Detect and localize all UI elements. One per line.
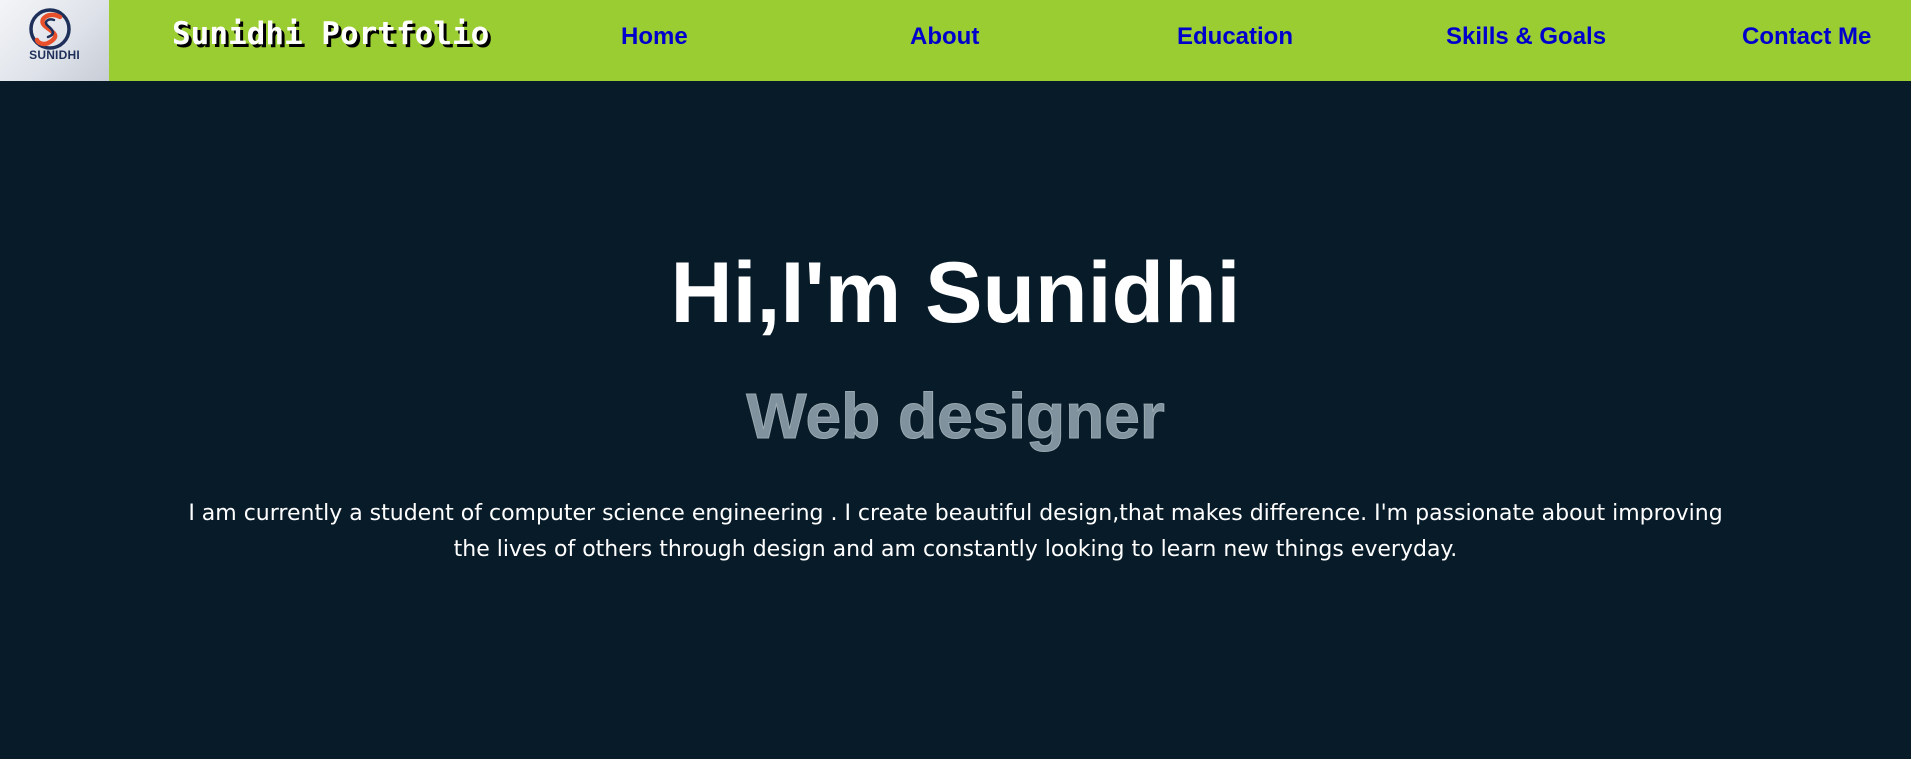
nav-home[interactable]: Home xyxy=(621,23,688,51)
hero-subtitle: Web designer xyxy=(746,380,1165,452)
nav-skills-goals[interactable]: Skills & Goals xyxy=(1446,23,1606,51)
nav-education[interactable]: Education xyxy=(1177,23,1293,51)
brand-title[interactable]: Sunidhi Portfolio xyxy=(172,16,489,52)
sunidhi-logo-mark-icon xyxy=(29,8,71,50)
nav-contact-me[interactable]: Contact Me xyxy=(1742,23,1871,51)
logo[interactable]: SUNIDHI xyxy=(0,0,109,81)
nav-about[interactable]: About xyxy=(910,23,979,51)
logo-text: SUNIDHI xyxy=(29,48,80,62)
hero-title: Hi,I'm Sunidhi xyxy=(670,245,1241,341)
hero-description: I am currently a student of computer sci… xyxy=(188,501,1723,562)
navbar: SUNIDHI Sunidhi Portfolio Home About Edu… xyxy=(0,0,1911,81)
